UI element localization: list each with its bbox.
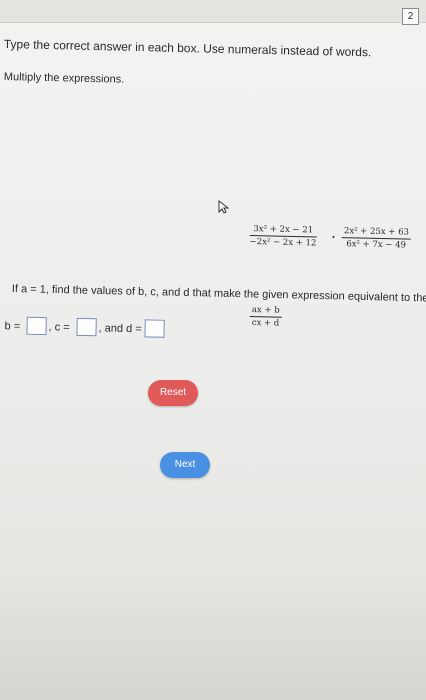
b-input[interactable] [26, 316, 47, 336]
question-page: 2 Type the correct answer in each box. U… [0, 0, 426, 700]
bottom-shading [0, 560, 426, 700]
c-label: , c = [48, 321, 70, 334]
reset-button[interactable]: Reset [148, 380, 198, 406]
d-input[interactable] [144, 319, 165, 338]
d-label: , and d = [98, 322, 142, 336]
next-button[interactable]: Next [160, 452, 210, 478]
c-input[interactable] [76, 317, 97, 337]
b-label: b = [4, 320, 21, 333]
answer-row: b = , c = , and d = [0, 0, 426, 430]
